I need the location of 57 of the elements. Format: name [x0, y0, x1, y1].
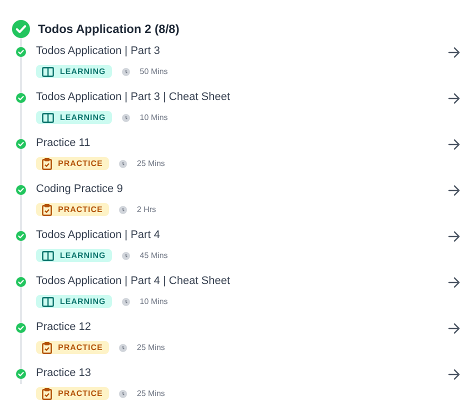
clock-icon: [122, 252, 130, 260]
book-icon: [42, 66, 54, 76]
arrow-right-icon[interactable]: [448, 323, 460, 334]
duration: 10 Mins: [140, 112, 168, 124]
duration: 45 Mins: [140, 250, 168, 262]
type-tag: LEARNING: [36, 295, 112, 308]
clock-icon: [122, 68, 130, 76]
clock-icon: [122, 298, 130, 306]
arrow-right-icon[interactable]: [448, 369, 460, 380]
duration: 2 Hrs: [136, 204, 156, 216]
type-tag: PRACTICE: [36, 387, 109, 400]
lesson-title: Todos Application | Part 4: [36, 228, 161, 242]
lesson-row[interactable]: Practice 13 PRACTICE 25 Mins: [0, 366, 474, 412]
arrow-right-icon[interactable]: [448, 231, 460, 242]
clock-icon: [118, 206, 127, 214]
section-title: Todos Application 2 (8/8): [38, 20, 180, 38]
lesson-title: Coding Practice 9: [36, 182, 124, 196]
book-icon: [42, 296, 54, 306]
type-tag: LEARNING: [36, 249, 112, 262]
arrow-right-icon[interactable]: [448, 93, 460, 104]
arrow-right-icon[interactable]: [448, 47, 460, 58]
arrow-right-icon[interactable]: [448, 139, 460, 150]
duration: 25 Mins: [136, 158, 165, 170]
lesson-row[interactable]: Todos Application | Part 3 | Cheat Sheet LEARNING 10 Mins: [0, 90, 474, 136]
lesson-row[interactable]: Todos Application | Part 4 | Cheat Sheet LEARNING 10 Mins: [0, 274, 474, 320]
clipboard-icon: [42, 158, 52, 170]
book-icon: [42, 112, 54, 122]
lesson-row[interactable]: Todos Application | Part 3 LEARNING 50 Mins: [0, 44, 474, 90]
arrow-right-icon[interactable]: [448, 277, 460, 288]
arrow-right-icon[interactable]: [448, 185, 460, 196]
book-icon: [42, 250, 54, 260]
lesson-title: Practice 13: [36, 366, 92, 380]
duration: 50 Mins: [140, 66, 168, 78]
lesson-title: Todos Application | Part 4 | Cheat Sheet: [36, 274, 232, 288]
clock-icon: [118, 344, 127, 352]
clock-icon: [122, 114, 130, 122]
clock-icon: [118, 390, 127, 398]
clipboard-icon: [42, 204, 52, 216]
type-tag: PRACTICE: [36, 203, 109, 216]
lesson-row[interactable]: Coding Practice 9 PRACTICE 2 Hrs: [0, 182, 474, 228]
lesson-row[interactable]: Todos Application | Part 4 LEARNING 45 Mins: [0, 228, 474, 274]
duration: 25 Mins: [136, 388, 165, 400]
type-tag: LEARNING: [36, 65, 112, 78]
type-tag: LEARNING: [36, 111, 112, 124]
lesson-title: Todos Application | Part 3: [36, 44, 161, 58]
lesson-row[interactable]: Practice 11 PRACTICE 25 Mins: [0, 136, 474, 182]
type-tag: PRACTICE: [36, 341, 109, 354]
lesson-row[interactable]: Practice 12 PRACTICE 25 Mins: [0, 320, 474, 366]
type-tag: PRACTICE: [36, 157, 109, 170]
clipboard-icon: [42, 342, 52, 354]
lesson-title: Practice 11: [36, 136, 92, 150]
lesson-title: Todos Application | Part 3 | Cheat Sheet: [36, 90, 232, 104]
clock-icon: [118, 160, 127, 168]
duration: 25 Mins: [136, 342, 165, 354]
lesson-title: Practice 12: [36, 320, 92, 334]
clipboard-icon: [42, 388, 52, 400]
duration: 10 Mins: [140, 296, 168, 308]
